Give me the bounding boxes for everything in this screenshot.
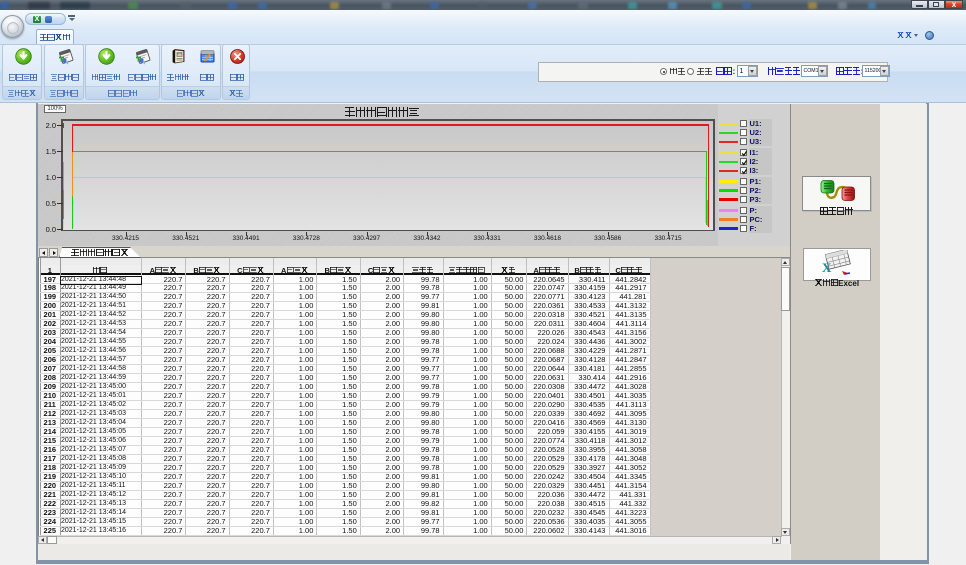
svg-text:X: X xyxy=(822,260,832,275)
